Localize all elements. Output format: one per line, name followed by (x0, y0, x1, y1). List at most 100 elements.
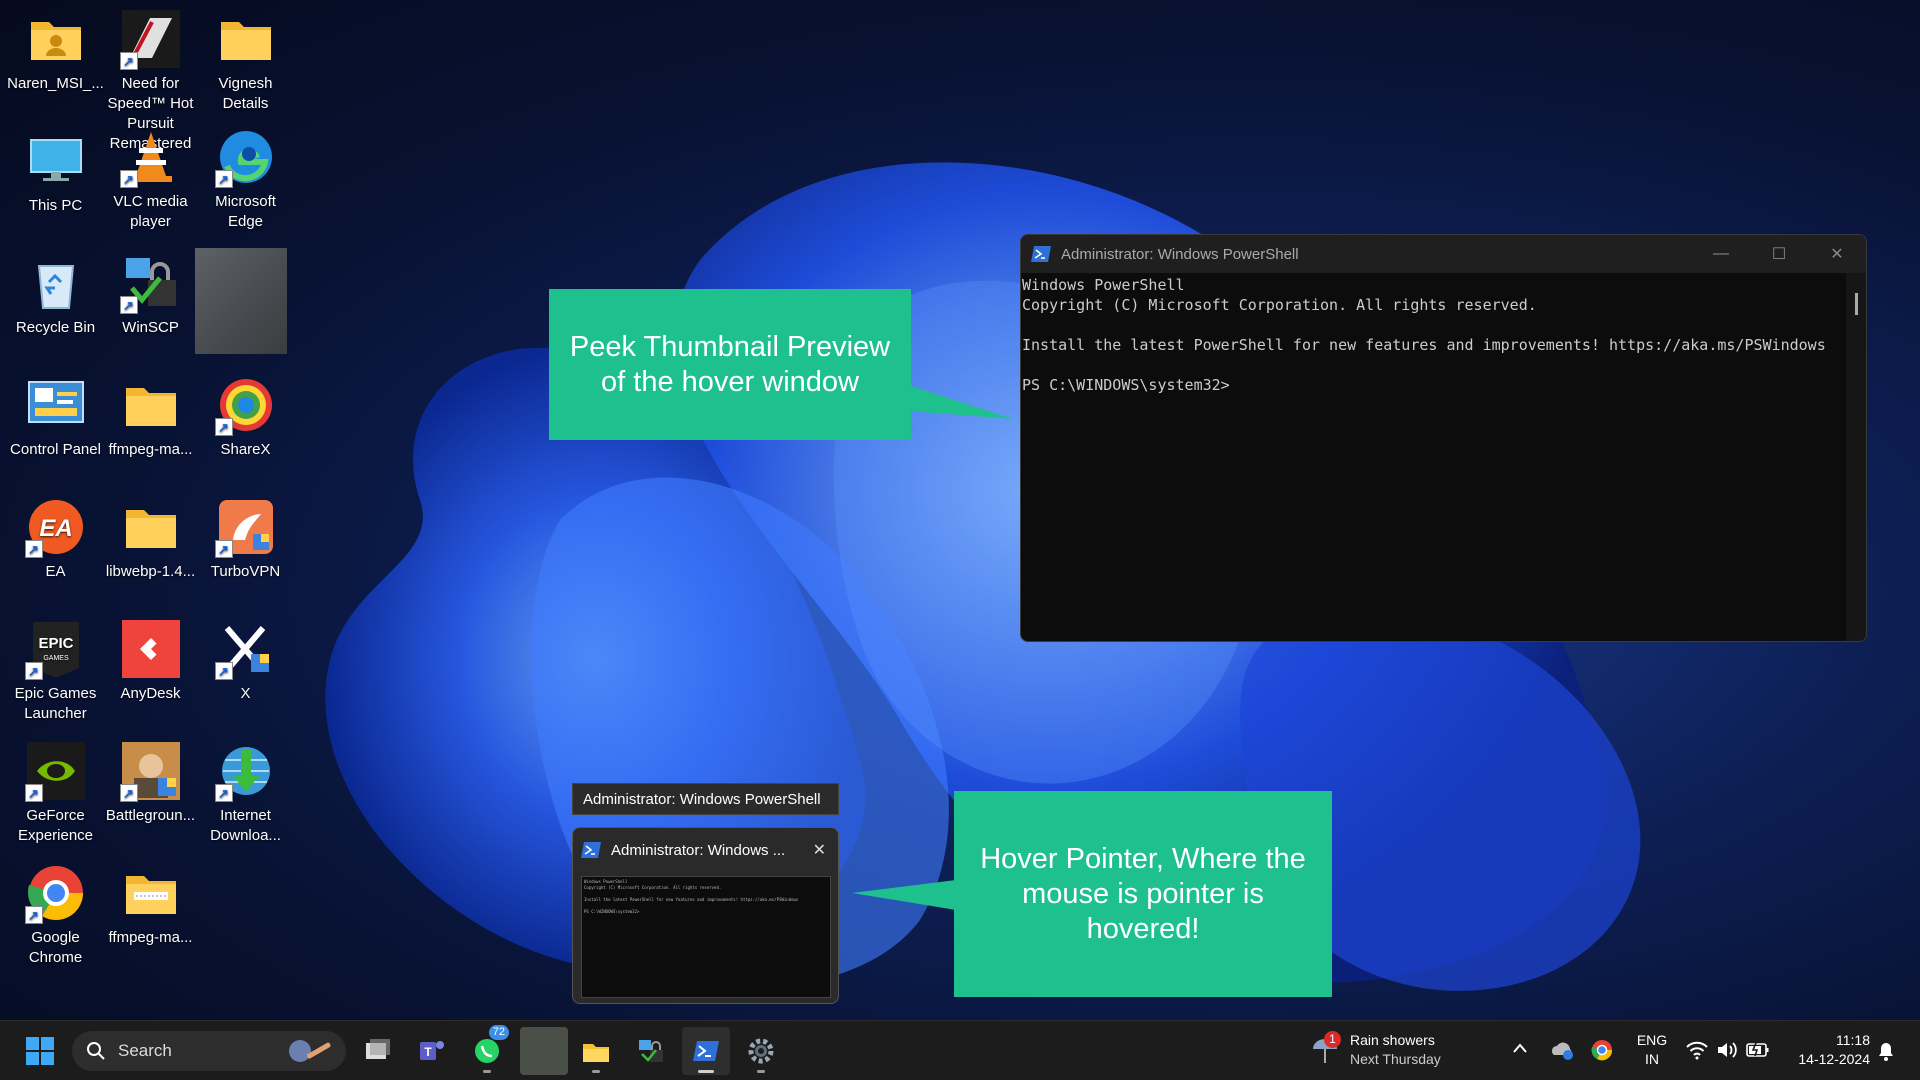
powershell-scrollbar-thumb[interactable] (1855, 293, 1858, 315)
taskbar-winscp[interactable] (627, 1027, 675, 1075)
wifi-icon[interactable] (1686, 1040, 1708, 1065)
taskbar-settings[interactable] (737, 1027, 785, 1075)
chrome-tray-icon[interactable] (1590, 1038, 1614, 1067)
battery-icon[interactable] (1746, 1041, 1770, 1064)
powershell-console-output[interactable]: Windows PowerShell Copyright (C) Microso… (1021, 273, 1866, 395)
close-button[interactable]: ✕ (1808, 235, 1866, 273)
epic-games-icon: EPIC GAMES ↗ (24, 618, 87, 680)
desktop-icon-label: EA (45, 563, 66, 580)
desktop-icon-label: Internet Downloa... (210, 807, 281, 844)
powershell-title: Administrator: Windows PowerShell (1061, 245, 1299, 263)
desktop-icon-label: libwebp-1.4... (105, 563, 196, 580)
desktop-icon-geforce-experience[interactable]: ↗ GeForce Experience (8, 740, 103, 846)
desktop-icon-label: Recycle Bin (15, 319, 96, 336)
taskbar-teams[interactable]: T (408, 1027, 456, 1075)
shortcut-arrow-icon: ↗ (214, 170, 233, 188)
desktop-icon-label: Naren_MSI_... (7, 75, 104, 92)
desktop-icon-vignesh-details[interactable]: Vignesh Details (198, 8, 293, 114)
powershell-icon (1031, 246, 1051, 262)
taskbar-powershell[interactable] (682, 1027, 730, 1075)
desktop-icon-recycle-bin[interactable]: Recycle Bin (8, 252, 103, 338)
task-view-icon (366, 1039, 390, 1059)
maximize-button[interactable]: ☐ (1750, 235, 1808, 273)
desktop-icon-ffmpeg-ma[interactable]: ffmpeg-ma... (103, 374, 198, 460)
desktop-icon-label: X (240, 685, 251, 702)
language-code: ENG (1636, 1032, 1668, 1048)
start-button[interactable] (16, 1027, 64, 1075)
powershell-icon (693, 1041, 719, 1061)
running-indicator (698, 1070, 714, 1073)
notification-bell-icon[interactable] (1876, 1039, 1896, 1068)
thumbnail-header: Administrator: Windows ... ✕ (573, 828, 838, 872)
svg-text:EA: EA (39, 515, 72, 542)
weather-text[interactable]: Rain showers Next Thursday (1350, 1031, 1441, 1069)
desktop-icon-internet-downloa[interactable]: ↗ Internet Downloa... (198, 740, 293, 846)
desktop-icon-control-panel[interactable]: Control Panel (8, 374, 103, 460)
thumbnail-title: Administrator: Windows ... (611, 841, 786, 859)
desktop-icon-libwebp-1-4[interactable]: libwebp-1.4... (103, 496, 198, 582)
powershell-titlebar[interactable]: Administrator: Windows PowerShell — ☐ ✕ (1021, 235, 1866, 273)
battlegrounds-icon: ↗ (119, 740, 182, 802)
folder-icon (215, 8, 277, 70)
zip-folder-icon (120, 862, 182, 924)
minimize-button[interactable]: — (1692, 235, 1750, 273)
anydesk-icon (120, 618, 182, 680)
desktop-icon-ffmpeg-ma[interactable]: ffmpeg-ma... (103, 862, 198, 948)
chrome-icon: ↗ (24, 862, 87, 924)
desktop-icon-anydesk[interactable]: AnyDesk (103, 618, 198, 704)
shortcut-arrow-icon: ↗ (214, 418, 233, 436)
desktop-icon-label: ffmpeg-ma... (108, 441, 193, 458)
onedrive-sync-icon[interactable] (1550, 1039, 1574, 1066)
taskbar-file-explorer[interactable] (572, 1027, 620, 1075)
search-highlight-icon (289, 1040, 331, 1062)
language-region: IN (1645, 1051, 1659, 1067)
desktop-icon-naren-msi[interactable]: Naren_MSI_... (7, 8, 104, 94)
desktop-icon-label: AnyDesk (120, 685, 181, 702)
desktop-icon-sharex[interactable]: ↗ ShareX (198, 374, 293, 460)
language-indicator[interactable]: ENG IN (1632, 1031, 1672, 1069)
desktop-icon-label: ShareX (220, 441, 271, 458)
desktop-icon-turbovpn[interactable]: ↗ TurboVPN (198, 496, 293, 582)
desktop-icon-microsoft-edge[interactable]: ↗ Microsoft Edge (198, 126, 293, 232)
powershell-icon (581, 842, 601, 858)
taskbar-whatsapp[interactable]: 72 (463, 1025, 511, 1075)
desktop-icon-label: Microsoft Edge (215, 193, 276, 230)
powershell-window[interactable]: Administrator: Windows PowerShell — ☐ ✕ … (1020, 234, 1867, 642)
peek-thumbnail-preview[interactable]: Administrator: Windows ... ✕ Windows Pow… (572, 827, 839, 1004)
clock-time: 11:18 (1836, 1032, 1870, 1048)
desktop-icon-x[interactable]: ↗ X (198, 618, 293, 704)
clock[interactable]: 11:18 14-12-2024 (1778, 1031, 1870, 1069)
vlc-icon: ↗ (119, 126, 182, 188)
powershell-scrollbar-track[interactable] (1846, 273, 1866, 641)
desktop-icon-label: Control Panel (10, 441, 101, 458)
desktop-icon-vlc-media-player[interactable]: ↗ VLC media player (103, 126, 198, 232)
ea-icon: EA ↗ (24, 496, 87, 558)
desktop-icon-winscp[interactable]: ↗ WinSCP (103, 252, 198, 338)
taskbar-search-box[interactable]: Search (72, 1031, 346, 1071)
shortcut-arrow-icon: ↗ (119, 784, 138, 802)
desktop-icon-label: This PC (28, 197, 83, 214)
desktop-icon-ea[interactable]: EA ↗ EA (8, 496, 103, 582)
svg-text:T: T (424, 1045, 432, 1059)
desktop-icon-epic-games-launcher[interactable]: EPIC GAMES ↗ Epic Games Launcher (8, 618, 103, 724)
desktop-icon-label: TurboVPN (210, 563, 281, 580)
weather-widget-button[interactable]: 1 (1310, 1031, 1341, 1069)
desktop-icon-google-chrome[interactable]: ↗ Google Chrome (8, 862, 103, 968)
volume-icon[interactable] (1716, 1040, 1738, 1065)
whatsapp-badge: 72 (488, 1025, 509, 1040)
desktop-icon-label: GeForce Experience (17, 807, 94, 844)
desktop-icon-this-pc[interactable]: This PC (8, 130, 103, 216)
desktop-icon-label: ffmpeg-ma... (108, 929, 193, 946)
shortcut-arrow-icon: ↗ (24, 784, 43, 802)
chevron-up-icon[interactable] (1512, 1041, 1528, 1059)
desktop-icon-battlegroun[interactable]: ↗ Battlegroun... (103, 740, 198, 826)
folder-icon (120, 374, 182, 436)
winscp-icon (639, 1040, 663, 1062)
shortcut-arrow-icon: ↗ (24, 662, 43, 680)
task-view-button[interactable] (354, 1027, 402, 1075)
thumbnail-close-button[interactable]: ✕ (813, 840, 826, 860)
taskbar-blurred-app[interactable] (520, 1027, 568, 1075)
shortcut-arrow-icon: ↗ (24, 906, 43, 924)
folder-icon (120, 496, 182, 558)
blurred-desktop-item[interactable] (195, 248, 287, 354)
